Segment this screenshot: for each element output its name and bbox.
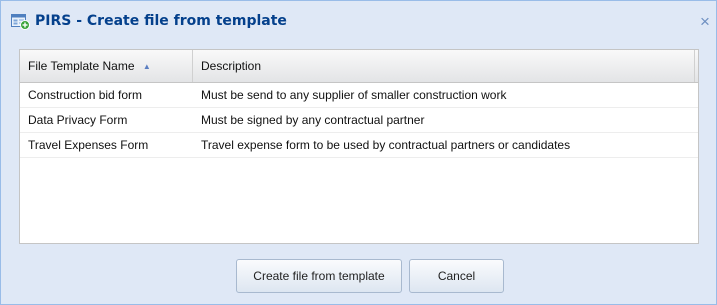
template-file-add-icon <box>11 14 30 30</box>
cancel-button[interactable]: Cancel <box>409 259 504 293</box>
close-icon[interactable]: × <box>698 13 712 30</box>
sort-ascending-icon: ▲ <box>142 62 151 71</box>
column-header-file-template-name[interactable]: File Template Name ▲ <box>20 50 193 82</box>
templates-grid: File Template Name ▲ Description Constru… <box>19 49 699 244</box>
column-header-label: Description <box>201 59 262 73</box>
template-name-cell: Construction bid form <box>28 88 143 102</box>
table-row[interactable]: Data Privacy Form Must be signed by any … <box>20 108 698 133</box>
column-header-label: File Template Name <box>28 59 135 73</box>
create-file-from-template-button[interactable]: Create file from template <box>236 259 402 293</box>
template-name-cell: Travel Expenses Form <box>28 138 149 152</box>
column-header-description[interactable]: Description <box>193 50 695 82</box>
template-name-cell: Data Privacy Form <box>28 113 128 127</box>
template-description-cell: Must be send to any supplier of smaller … <box>201 88 507 102</box>
table-row[interactable]: Travel Expenses Form Travel expense form… <box>20 133 698 158</box>
template-description-cell: Travel expense form to be used by contra… <box>201 138 571 152</box>
table-row[interactable]: Construction bid form Must be send to an… <box>20 83 698 108</box>
template-description-cell: Must be signed by any contractual partne… <box>201 113 425 127</box>
grid-header: File Template Name ▲ Description <box>20 50 698 83</box>
create-file-dialog: PIRS - Create file from template × File … <box>0 0 717 305</box>
dialog-titlebar[interactable]: PIRS - Create file from template × <box>1 1 716 43</box>
dialog-title: PIRS - Create file from template <box>35 13 287 29</box>
